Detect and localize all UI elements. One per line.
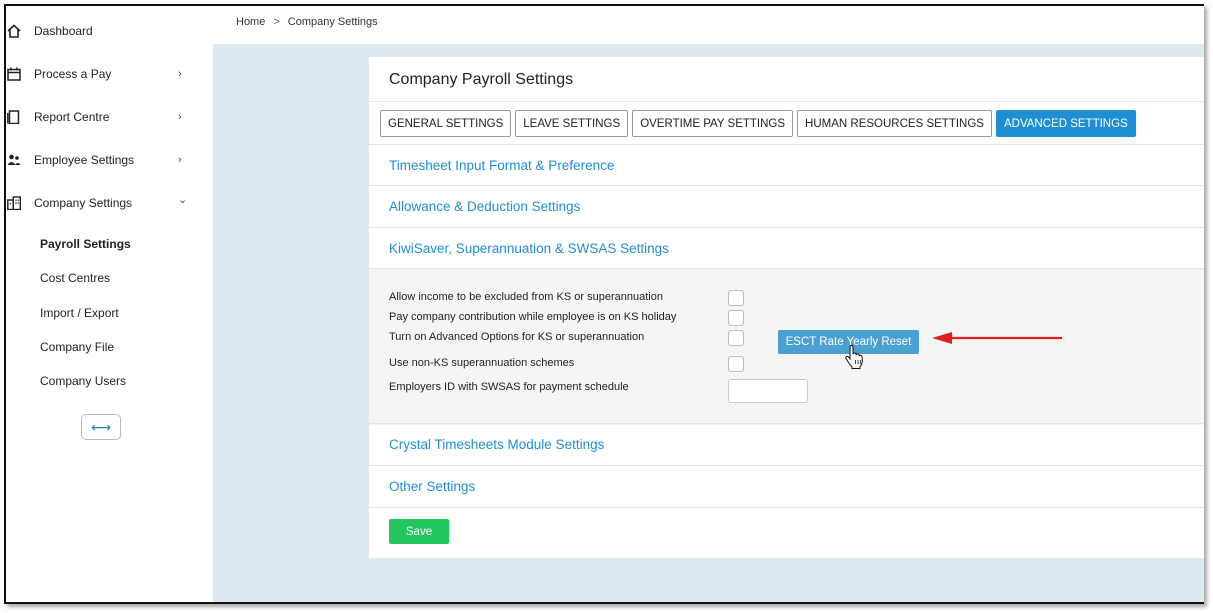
section-title[interactable]: Timesheet Input Format & Preference <box>389 158 614 173</box>
sidebar-item-dashboard[interactable]: Dashboard <box>6 19 213 43</box>
top-bar: Home > Company Settings <box>213 6 1204 44</box>
calendar-icon <box>6 66 22 82</box>
settings-tabs: GENERAL SETTINGS LEAVE SETTINGS OVERTIME… <box>380 110 1136 137</box>
chevron-right-icon: > <box>273 16 280 28</box>
expand-arrows-icon: ⟷ <box>90 418 112 435</box>
sidebar-subitem-cost-centres[interactable]: Cost Centres <box>40 271 110 285</box>
tab-leave-settings[interactable]: LEAVE SETTINGS <box>515 110 629 137</box>
section-other-settings[interactable]: Other Settings <box>369 465 1204 507</box>
document-icon <box>6 109 22 125</box>
section-crystal-timesheets[interactable]: Crystal Timesheets Module Settings <box>369 423 1204 465</box>
section-allowance-deduction[interactable]: Allowance & Deduction Settings <box>369 185 1204 227</box>
tab-human-resources-settings[interactable]: HUMAN RESOURCES SETTINGS <box>797 110 992 137</box>
divider <box>369 507 1204 508</box>
sidebar-item-label: Report Centre <box>34 110 110 124</box>
section-title[interactable]: Allowance & Deduction Settings <box>389 199 580 214</box>
option-label: Use non-KS superannuation schemes <box>389 357 575 369</box>
sidebar-item-label: Process a Pay <box>34 67 112 81</box>
breadcrumb-current: Company Settings <box>287 16 378 28</box>
payroll-settings-card: Company Payroll Settings GENERAL SETTING… <box>368 56 1204 559</box>
app-window: Dashboard Process a Pay › Report Centre … <box>4 4 1204 604</box>
section-kiwisaver[interactable]: KiwiSaver, Superannuation & SWSAS Settin… <box>369 227 1204 269</box>
exclude-income-checkbox[interactable] <box>728 290 744 306</box>
section-title[interactable]: Other Settings <box>389 479 475 494</box>
sidebar-item-label: Dashboard <box>34 24 93 38</box>
chevron-right-icon: › <box>178 154 182 166</box>
main-area: Home > Company Settings Company Payroll … <box>213 6 1204 602</box>
sidebar-subitem-company-file[interactable]: Company File <box>40 340 114 354</box>
red-arrow-annotation-icon <box>932 332 1062 344</box>
ks-holiday-contribution-checkbox[interactable] <box>728 310 744 326</box>
non-ks-schemes-checkbox[interactable] <box>728 356 744 372</box>
option-label: Employers ID with SWSAS for payment sche… <box>389 381 629 393</box>
sidebar-subitem-import-export[interactable]: Import / Export <box>40 306 119 320</box>
chevron-right-icon: › <box>178 68 182 80</box>
section-title[interactable]: KiwiSaver, Superannuation & SWSAS Settin… <box>389 241 669 256</box>
sidebar-item-label: Company Settings <box>34 196 133 210</box>
swsas-employer-id-input[interactable] <box>728 379 808 403</box>
option-label: Turn on Advanced Options for KS or super… <box>389 331 645 343</box>
chevron-right-icon: › <box>178 111 182 123</box>
sidebar-item-process-a-pay[interactable]: Process a Pay › <box>6 62 213 86</box>
users-icon <box>6 152 22 168</box>
tab-overtime-pay-settings[interactable]: OVERTIME PAY SETTINGS <box>632 110 794 137</box>
home-icon <box>6 23 22 39</box>
option-label: Allow income to be excluded from KS or s… <box>389 291 663 303</box>
hand-cursor-icon <box>845 345 863 369</box>
sidebar-item-label: Employee Settings <box>34 153 135 167</box>
section-title[interactable]: Crystal Timesheets Module Settings <box>389 437 604 452</box>
breadcrumb-home[interactable]: Home <box>236 16 265 28</box>
sidebar: Dashboard Process a Pay › Report Centre … <box>6 6 213 602</box>
sidebar-item-company-settings[interactable]: Company Settings ⌄ <box>6 191 213 215</box>
tab-general-settings[interactable]: GENERAL SETTINGS <box>380 110 512 137</box>
sidebar-item-report-centre[interactable]: Report Centre › <box>6 105 213 129</box>
sidebar-subitem-payroll-settings[interactable]: Payroll Settings <box>40 237 131 251</box>
section-timesheet-input[interactable]: Timesheet Input Format & Preference <box>369 144 1204 186</box>
save-button[interactable]: Save <box>389 519 449 544</box>
advanced-options-checkbox[interactable] <box>728 330 744 346</box>
sidebar-subitem-company-users[interactable]: Company Users <box>40 374 126 388</box>
kiwisaver-settings-panel: Allow income to be excluded from KS or s… <box>369 268 1204 425</box>
page-title: Company Payroll Settings <box>389 71 574 88</box>
breadcrumb: Home > Company Settings <box>236 16 378 28</box>
building-icon <box>6 195 22 211</box>
tab-advanced-settings[interactable]: ADVANCED SETTINGS <box>995 110 1136 137</box>
chevron-down-icon: ⌄ <box>178 194 188 206</box>
sidebar-item-employee-settings[interactable]: Employee Settings › <box>6 148 213 172</box>
option-label: Pay company contribution while employee … <box>389 311 677 323</box>
divider <box>369 101 1204 102</box>
collapse-sidebar-button[interactable]: ⟷ <box>81 414 121 440</box>
